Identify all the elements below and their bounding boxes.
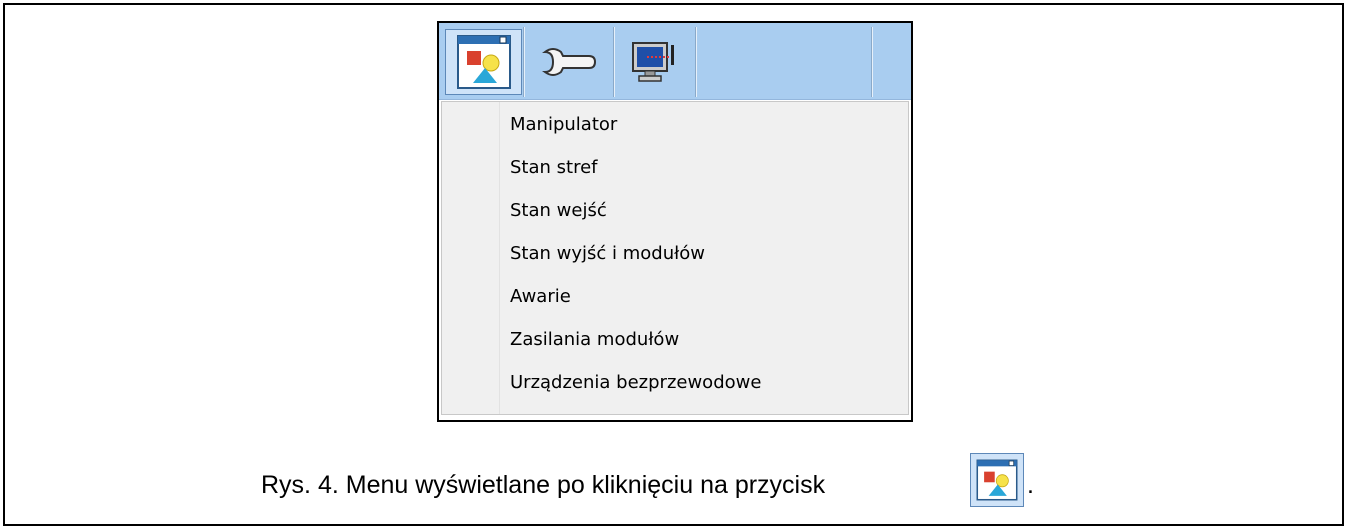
monitor-button[interactable] bbox=[615, 29, 693, 95]
toolbar bbox=[439, 23, 911, 100]
wrench-icon bbox=[542, 48, 597, 76]
menu-item-urzadzenia-bezprzewodowe[interactable]: Urządzenia bezprzewodowe bbox=[510, 366, 900, 400]
menu-icon-gutter bbox=[442, 102, 500, 414]
app-screenshot: Manipulator Stan stref Stan wejść Stan w… bbox=[437, 21, 913, 422]
menu-item-zasilania-modulow[interactable]: Zasilania modułów bbox=[510, 323, 900, 357]
toolbar-separator bbox=[871, 27, 873, 97]
toolbar-separator bbox=[695, 27, 697, 97]
view-menu-button[interactable] bbox=[445, 29, 522, 95]
monitor-icon bbox=[632, 42, 674, 82]
figure-caption: Rys. 4. Menu wyświetlane po kliknięciu n… bbox=[0, 453, 1351, 523]
menu-item-awarie[interactable]: Awarie bbox=[510, 280, 900, 314]
tools-button[interactable] bbox=[525, 29, 613, 95]
caption-button-illustration bbox=[970, 453, 1024, 507]
menu-item-stan-wyjsc-i-modulow[interactable]: Stan wyjść i modułów bbox=[510, 237, 900, 271]
caption-period: . bbox=[1027, 471, 1034, 499]
window-shapes-icon bbox=[976, 459, 1018, 501]
window-shapes-icon bbox=[456, 35, 511, 89]
menu-item-stan-wejsc[interactable]: Stan wejść bbox=[510, 194, 900, 228]
dropdown-menu: Manipulator Stan stref Stan wejść Stan w… bbox=[441, 101, 909, 415]
caption-text: Rys. 4. Menu wyświetlane po kliknięciu n… bbox=[261, 471, 826, 499]
menu-item-manipulator[interactable]: Manipulator bbox=[510, 108, 900, 142]
menu-item-stan-stref[interactable]: Stan stref bbox=[510, 151, 900, 185]
